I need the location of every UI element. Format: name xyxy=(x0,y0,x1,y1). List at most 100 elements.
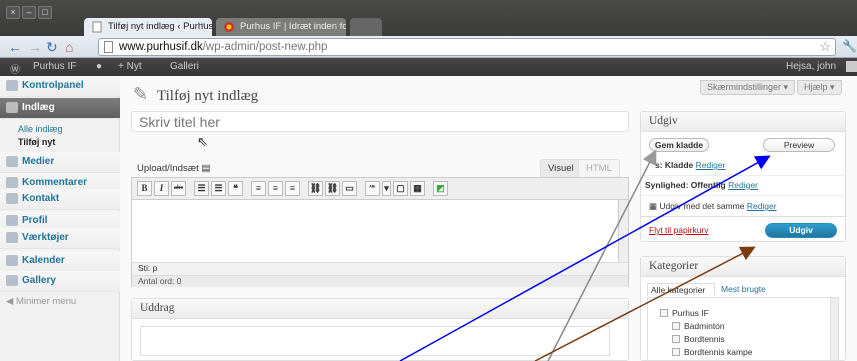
minimize-window-button[interactable]: – xyxy=(22,6,36,19)
sidebar-item-label: Profil xyxy=(22,215,48,226)
insert-media-button[interactable]: ◩ xyxy=(433,181,448,196)
excerpt-textarea[interactable] xyxy=(140,326,610,356)
sidebar-item-vaerktoejer[interactable]: Værktøjer xyxy=(0,228,120,249)
category-item[interactable]: Purhus IF xyxy=(660,308,709,318)
sidebar-item-label: Medier xyxy=(22,156,55,167)
new-tab-button[interactable] xyxy=(350,18,382,36)
separator xyxy=(302,181,306,196)
comment-bubble-icon[interactable]: ● xyxy=(96,61,102,72)
edit-date-link[interactable]: Rediger xyxy=(747,201,777,211)
category-label: Purhus IF xyxy=(672,308,709,318)
tab-html[interactable]: HTML xyxy=(578,159,620,178)
minimize-menu-label: Minimer menu xyxy=(15,296,77,307)
new-content-link[interactable]: + Nyt xyxy=(118,61,142,72)
category-label: Bordtennis xyxy=(684,334,725,344)
save-draft-button[interactable]: Gem kladde xyxy=(649,138,709,152)
sidebar-item-kontrolpanel[interactable]: Kontrolpanel xyxy=(0,76,120,97)
screen-options-button[interactable]: Skærmindstillinger ▾ xyxy=(700,80,796,95)
close-window-button[interactable]: × xyxy=(6,6,20,19)
spellcheck-dropdown-button[interactable]: ▾ xyxy=(382,181,391,196)
align-left-button[interactable]: ≡ xyxy=(251,181,266,196)
page-icon xyxy=(104,41,113,53)
sidebar-item-gallery[interactable]: Gallery xyxy=(0,271,120,292)
post-editor[interactable]: B I abc ☰ ☰ ❝ ≡ ≡ ≡ ⛓ ⛓ ▭ ᴬᴮᶜ ▾ ▢ ▦ ◩ St… xyxy=(131,177,629,287)
tools-icon xyxy=(6,232,18,243)
preview-button[interactable]: Preview xyxy=(763,138,835,152)
bold-button[interactable]: B xyxy=(137,181,152,196)
publish-date-label: Udgiv med det samme xyxy=(659,201,745,211)
greeting-link[interactable]: Hejsa, john xyxy=(786,61,836,72)
address-bar[interactable]: www.purhusif.dk/wp-admin/post-new.php ☆ xyxy=(98,38,836,56)
separator xyxy=(188,181,192,196)
tab-visual[interactable]: Visuel xyxy=(540,159,582,178)
category-label: Bordtennis kampe xyxy=(684,347,753,357)
category-checkbox[interactable] xyxy=(672,348,680,356)
blockquote-button[interactable]: ❝ xyxy=(228,181,243,196)
move-to-trash-link[interactable]: Flyt til papirkurv xyxy=(649,225,709,235)
align-right-button[interactable]: ≡ xyxy=(285,181,300,196)
categories-box-title[interactable]: Kategorier xyxy=(641,257,845,277)
gallery-icon xyxy=(6,275,18,286)
insert-more-button[interactable]: ▭ xyxy=(342,181,357,196)
reload-icon[interactable]: ↻ xyxy=(46,39,58,55)
gallery-link[interactable]: Galleri xyxy=(170,61,199,72)
strikethrough-button[interactable]: abc xyxy=(171,181,186,196)
upload-insert-link[interactable]: Upload/Indsæt ▤ xyxy=(137,163,210,174)
fullscreen-button[interactable]: ▢ xyxy=(393,181,408,196)
contact-icon xyxy=(6,193,18,204)
bookmark-star-icon[interactable]: ☆ xyxy=(819,39,831,55)
publish-button[interactable]: Udgiv xyxy=(765,223,837,238)
align-center-button[interactable]: ≡ xyxy=(268,181,283,196)
sidebar-item-kalender[interactable]: Kalender xyxy=(0,251,120,272)
close-tab-icon[interactable]: × xyxy=(200,20,206,31)
wrench-menu-icon[interactable]: 🔧 xyxy=(842,39,857,53)
help-button[interactable]: Hjælp ▾ xyxy=(797,80,842,95)
numbered-list-button[interactable]: ☰ xyxy=(211,181,226,196)
sidebar-item-kontakt[interactable]: Kontakt xyxy=(0,189,120,210)
kitchen-sink-button[interactable]: ▦ xyxy=(410,181,425,196)
close-tab-icon[interactable]: × xyxy=(334,20,340,31)
category-item[interactable]: Badminton xyxy=(672,321,725,331)
excerpt-title[interactable]: Uddrag xyxy=(132,299,628,319)
maximize-window-button[interactable]: □ xyxy=(38,6,52,19)
editor-scrollbar[interactable] xyxy=(618,200,628,262)
post-title-input[interactable] xyxy=(131,111,629,132)
browser-tab[interactable]: Purhus IF | Idræt inden for × xyxy=(216,18,346,36)
tab-most-used[interactable]: Mest brugte xyxy=(721,284,766,294)
category-checkbox[interactable] xyxy=(672,335,680,343)
insert-link-button[interactable]: ⛓ xyxy=(308,181,323,196)
edit-visibility-link[interactable]: Rediger xyxy=(728,180,758,190)
italic-button[interactable]: I xyxy=(154,181,169,196)
site-name-link[interactable]: Purhus IF xyxy=(33,61,76,72)
wp-admin-bar: Ⓦ Purhus IF ● + Nyt Galleri Hejsa, john xyxy=(0,58,857,76)
sidebar-item-medier[interactable]: Medier xyxy=(0,152,120,173)
publish-box-title[interactable]: Udgiv xyxy=(641,112,845,132)
bullet-list-button[interactable]: ☰ xyxy=(194,181,209,196)
minimize-menu-button[interactable]: ◀ Minimer menu xyxy=(6,296,76,307)
category-checkbox[interactable] xyxy=(672,322,680,330)
visibility-row: Synlighed: Offentlig Rediger xyxy=(645,180,758,190)
separator xyxy=(359,181,363,196)
browser-tab-active[interactable]: Tilføj nyt indlæg ‹ Purhus I × xyxy=(84,18,212,36)
sidebar-subitem-alle-indlaeg[interactable]: Alle indlæg xyxy=(18,124,63,134)
profile-icon xyxy=(6,215,18,226)
visibility-label: Synlighed: Offentlig xyxy=(645,180,726,190)
sidebar-item-indlaeg[interactable]: Indlæg xyxy=(0,98,120,119)
unlink-button[interactable]: ⛓ xyxy=(325,181,340,196)
avatar[interactable] xyxy=(846,61,857,72)
publish-date-row: ▦ Udgiv med det samme Rediger xyxy=(649,201,777,212)
category-item[interactable]: Bordtennis xyxy=(672,334,725,344)
wordpress-logo-icon[interactable]: Ⓦ xyxy=(10,61,20,76)
edit-status-link[interactable]: Rediger xyxy=(696,160,726,170)
category-item[interactable]: Bordtennis kampe xyxy=(672,347,753,357)
spellcheck-button[interactable]: ᴬᴮᶜ xyxy=(365,181,380,196)
back-arrow-icon[interactable]: ← xyxy=(8,39,22,55)
tab-title: Tilføj nyt indlæg ‹ Purhus I xyxy=(108,21,212,32)
category-checkbox[interactable] xyxy=(660,309,668,317)
category-scrollbar[interactable] xyxy=(830,298,838,360)
tab-all-categories[interactable]: Alle kategorier xyxy=(647,283,715,296)
sidebar-subitem-tilfoej-nyt[interactable]: Tilføj nyt xyxy=(18,137,55,147)
media-icon xyxy=(6,156,18,167)
forward-arrow-icon[interactable]: → xyxy=(28,39,42,55)
home-icon[interactable]: ⌂ xyxy=(65,39,73,55)
